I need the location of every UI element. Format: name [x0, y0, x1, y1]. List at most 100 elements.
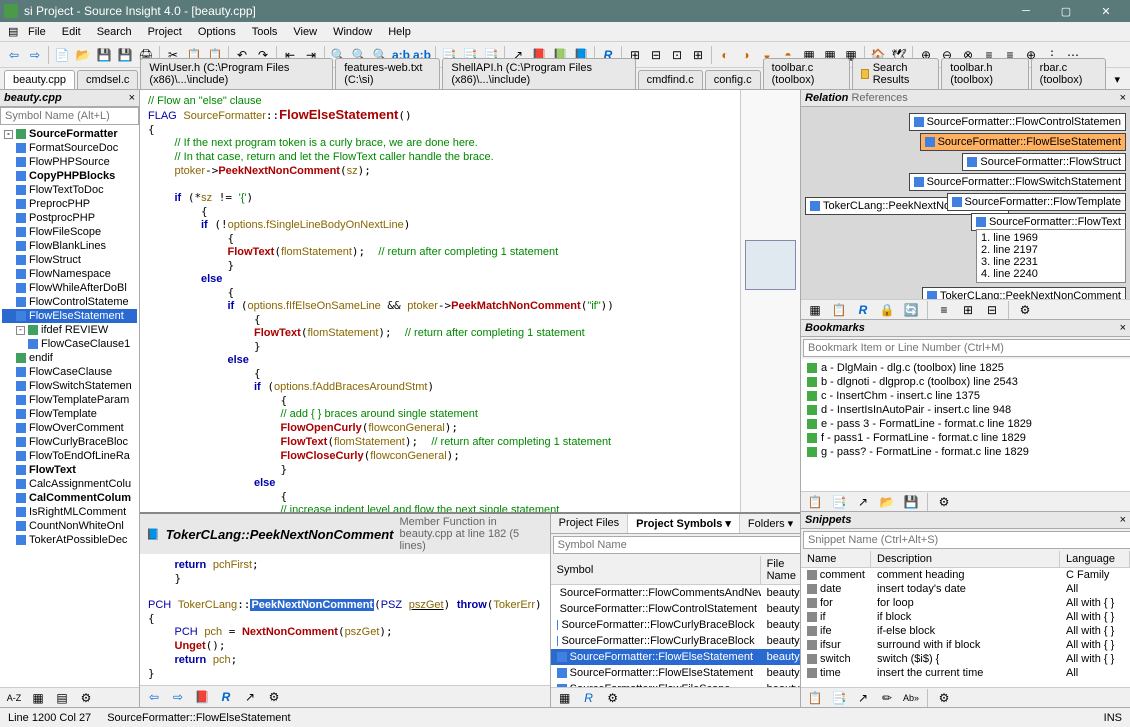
sort-az-button[interactable]: A-Z: [4, 688, 24, 708]
bookmarks-list[interactable]: a - DlgMain - dlg.c (toolbox) line 1825b…: [801, 359, 1130, 491]
menu-tools[interactable]: Tools: [244, 24, 286, 40]
tree-item[interactable]: FlowElseStatement: [2, 309, 137, 323]
file-tab[interactable]: config.c: [705, 70, 761, 89]
nav-back[interactable]: ⇦: [144, 687, 164, 707]
menu-view[interactable]: View: [285, 24, 325, 40]
menu-project[interactable]: Project: [140, 24, 190, 40]
view1-button[interactable]: ▦: [28, 688, 48, 708]
file-tab[interactable]: WinUser.h (C:\Program Files (x86)\...\in…: [140, 58, 333, 89]
bm-b5[interactable]: 💾: [901, 492, 921, 512]
bookmarks-close[interactable]: ×: [1120, 322, 1126, 334]
snip-col-name[interactable]: Name: [801, 551, 871, 567]
file-tab[interactable]: cmdsel.c: [77, 70, 138, 89]
bookmark-item[interactable]: a - DlgMain - dlg.c (toolbox) line 1825: [803, 361, 1128, 375]
relation-close[interactable]: ×: [1120, 92, 1126, 104]
file-tab[interactable]: toolbar.c (toolbox): [763, 58, 850, 89]
col-filename[interactable]: File Name: [761, 556, 800, 584]
symbol-row[interactable]: SourceFormatter::FlowCurlyBraceBlockbeau…: [551, 617, 800, 633]
sn-b3[interactable]: ↗: [853, 688, 873, 708]
tree-item[interactable]: FlowOverComment: [2, 421, 137, 435]
subtab-files[interactable]: Project Files: [551, 514, 629, 533]
tb-p1[interactable]: ◐: [715, 45, 735, 65]
ps-gear[interactable]: ⚙: [603, 688, 623, 708]
snippet-row[interactable]: ifeif-else blockAll with { }: [801, 624, 1130, 638]
close-button[interactable]: ✕: [1086, 0, 1126, 22]
rel-b1[interactable]: ▦: [805, 300, 825, 320]
file-tab[interactable]: cmdfind.c: [638, 70, 703, 89]
tree-item[interactable]: FlowCaseClause: [2, 365, 137, 379]
subtab-symbols[interactable]: Project Symbols ▾: [628, 514, 740, 533]
tree-item[interactable]: FlowCurlyBraceBloc: [2, 435, 137, 449]
bookmark-item[interactable]: g - pass? - FormatLine - format.c line 1…: [803, 445, 1128, 459]
snippet-row[interactable]: commentcomment headingC Family: [801, 568, 1130, 582]
tree-item[interactable]: FlowControlStateme: [2, 295, 137, 309]
symbol-row[interactable]: SourceFormatter::FlowCurlyBraceBlockbeau…: [551, 633, 800, 649]
back-button[interactable]: ⇦: [4, 45, 24, 65]
nav-gear[interactable]: ⚙: [264, 687, 284, 707]
file-tab[interactable]: toolbar.h (toolbox): [941, 58, 1028, 89]
tree-item[interactable]: FlowCaseClause1: [2, 337, 137, 351]
tree-item[interactable]: FlowNamespace: [2, 267, 137, 281]
bm-b4[interactable]: 📂: [877, 492, 897, 512]
bookmark-item[interactable]: e - pass 3 - FormatLine - format.c line …: [803, 417, 1128, 431]
symbol-row[interactable]: SourceFormatter::FlowCommentsAndNewLineb…: [551, 585, 800, 601]
snippet-row[interactable]: switchswitch ($i$) {All with { }: [801, 652, 1130, 666]
menu-file[interactable]: File: [20, 24, 54, 40]
rel-b7[interactable]: ⊞: [958, 300, 978, 320]
tree-item[interactable]: FormatSourceDoc: [2, 141, 137, 155]
nav-jump[interactable]: ↗: [240, 687, 260, 707]
snippet-row[interactable]: timeinsert the current timeAll: [801, 666, 1130, 680]
snippets-input[interactable]: [803, 531, 1130, 549]
ps-b1[interactable]: ▦: [555, 688, 575, 708]
tree-item[interactable]: CountNonWhiteOnl: [2, 519, 137, 533]
rel-b3[interactable]: R: [853, 300, 873, 320]
bm-gear[interactable]: ⚙: [934, 492, 954, 512]
bm-b2[interactable]: 📑: [829, 492, 849, 512]
code-overview[interactable]: [740, 90, 800, 512]
snippet-row[interactable]: forfor loopAll with { }: [801, 596, 1130, 610]
view2-button[interactable]: ▤: [52, 688, 72, 708]
tree-item[interactable]: endif: [2, 351, 137, 365]
menu-window[interactable]: Window: [325, 24, 380, 40]
tb-p2[interactable]: ◑: [736, 45, 756, 65]
rel-node-1[interactable]: SourceFormatter::FlowElseStatement: [920, 133, 1126, 151]
tb-win4[interactable]: ⊞: [688, 45, 708, 65]
symbol-tree[interactable]: -SourceFormatterFormatSourceDocFlowPHPSo…: [0, 125, 139, 687]
symbol-row[interactable]: SourceFormatter::FlowControlStatementbea…: [551, 601, 800, 617]
snippet-row[interactable]: ifif blockAll with { }: [801, 610, 1130, 624]
bm-b3[interactable]: ↗: [853, 492, 873, 512]
tree-item[interactable]: FlowTemplateParam: [2, 393, 137, 407]
new-button[interactable]: 📄: [52, 45, 72, 65]
tree-item[interactable]: FlowToEndOfLineRa: [2, 449, 137, 463]
file-tab[interactable]: beauty.cpp: [4, 70, 75, 89]
system-menu-icon[interactable]: ▤: [4, 23, 20, 40]
tree-item[interactable]: TokerAtPossibleDec: [2, 533, 137, 547]
tree-item[interactable]: FlowSwitchStatemen: [2, 379, 137, 393]
tree-item[interactable]: IsRightMLComment: [2, 505, 137, 519]
minimize-button[interactable]: ─: [1006, 0, 1046, 22]
project-symbol-table[interactable]: Symbol File Name SourceFormatter::FlowCo…: [551, 556, 800, 687]
sn-b4[interactable]: ✏: [877, 688, 897, 708]
tree-item[interactable]: FlowPHPSource: [2, 155, 137, 169]
snippet-row[interactable]: ifsursurround with if blockAll with { }: [801, 638, 1130, 652]
code-editor[interactable]: // Flow an "else" clause FLAG SourceForm…: [140, 90, 740, 512]
save-button[interactable]: 💾: [94, 45, 114, 65]
maximize-button[interactable]: ▢: [1046, 0, 1086, 22]
tree-item[interactable]: CalcAssignmentColu: [2, 477, 137, 491]
rel-b5[interactable]: 🔄: [901, 300, 921, 320]
file-tab[interactable]: rbar.c (toolbox): [1031, 58, 1107, 89]
sn-gear[interactable]: ⚙: [934, 688, 954, 708]
tb-win2[interactable]: ⊟: [646, 45, 666, 65]
relation-graph[interactable]: TokerCLang::PeekNextNonComment SourceFor…: [801, 107, 1130, 299]
rel-node-3[interactable]: SourceFormatter::FlowSwitchStatement: [909, 173, 1126, 191]
bookmark-item[interactable]: d - InsertIsInAutoPair - insert.c line 9…: [803, 403, 1128, 417]
context-code[interactable]: return pchFirst; } PCH TokerCLang::PeekN…: [140, 554, 550, 685]
symbol-row[interactable]: SourceFormatter::FlowElseStatementbeauty…: [551, 649, 800, 665]
nav-book[interactable]: 📕: [192, 687, 212, 707]
bookmarks-input[interactable]: [803, 339, 1130, 357]
snip-col-lang[interactable]: Language: [1060, 551, 1130, 567]
tree-item[interactable]: FlowText: [2, 463, 137, 477]
rel-b8[interactable]: ⊟: [982, 300, 1002, 320]
nav-rel[interactable]: R: [216, 687, 236, 707]
bookmark-item[interactable]: c - InsertChm - insert.c line 1375: [803, 389, 1128, 403]
